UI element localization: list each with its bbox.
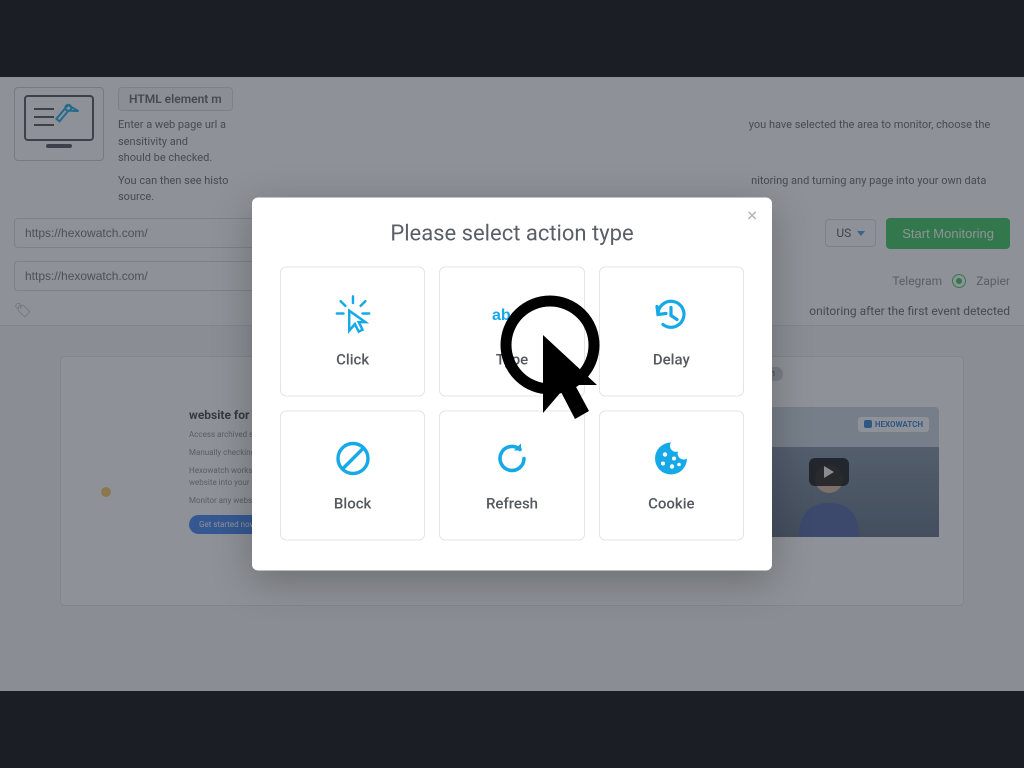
tile-label: Click [336,351,369,369]
action-tile-delay[interactable]: Delay [599,267,744,397]
action-tile-type[interactable]: abc Type [439,267,584,397]
action-tile-click[interactable]: Click [280,267,425,397]
tile-label: Block [334,495,371,513]
tile-label: Refresh [486,495,538,513]
svg-text:abc: abc [492,307,520,324]
action-type-modal: ✕ Please select action type Click a [252,198,772,571]
cookie-icon [651,439,691,479]
tile-label: Type [496,351,528,369]
clock-history-icon [651,295,691,335]
close-icon: ✕ [746,208,758,224]
modal-title: Please select action type [280,222,744,247]
action-tile-cookie[interactable]: Cookie [599,411,744,541]
action-tile-refresh[interactable]: Refresh [439,411,584,541]
action-tile-block[interactable]: Block [280,411,425,541]
refresh-icon [492,439,532,479]
tile-label: Delay [653,351,690,369]
cursor-click-icon [333,295,373,335]
close-button[interactable]: ✕ [746,208,758,225]
block-icon [333,439,373,479]
abc-icon: abc [492,295,532,335]
tile-label: Cookie [648,495,695,513]
